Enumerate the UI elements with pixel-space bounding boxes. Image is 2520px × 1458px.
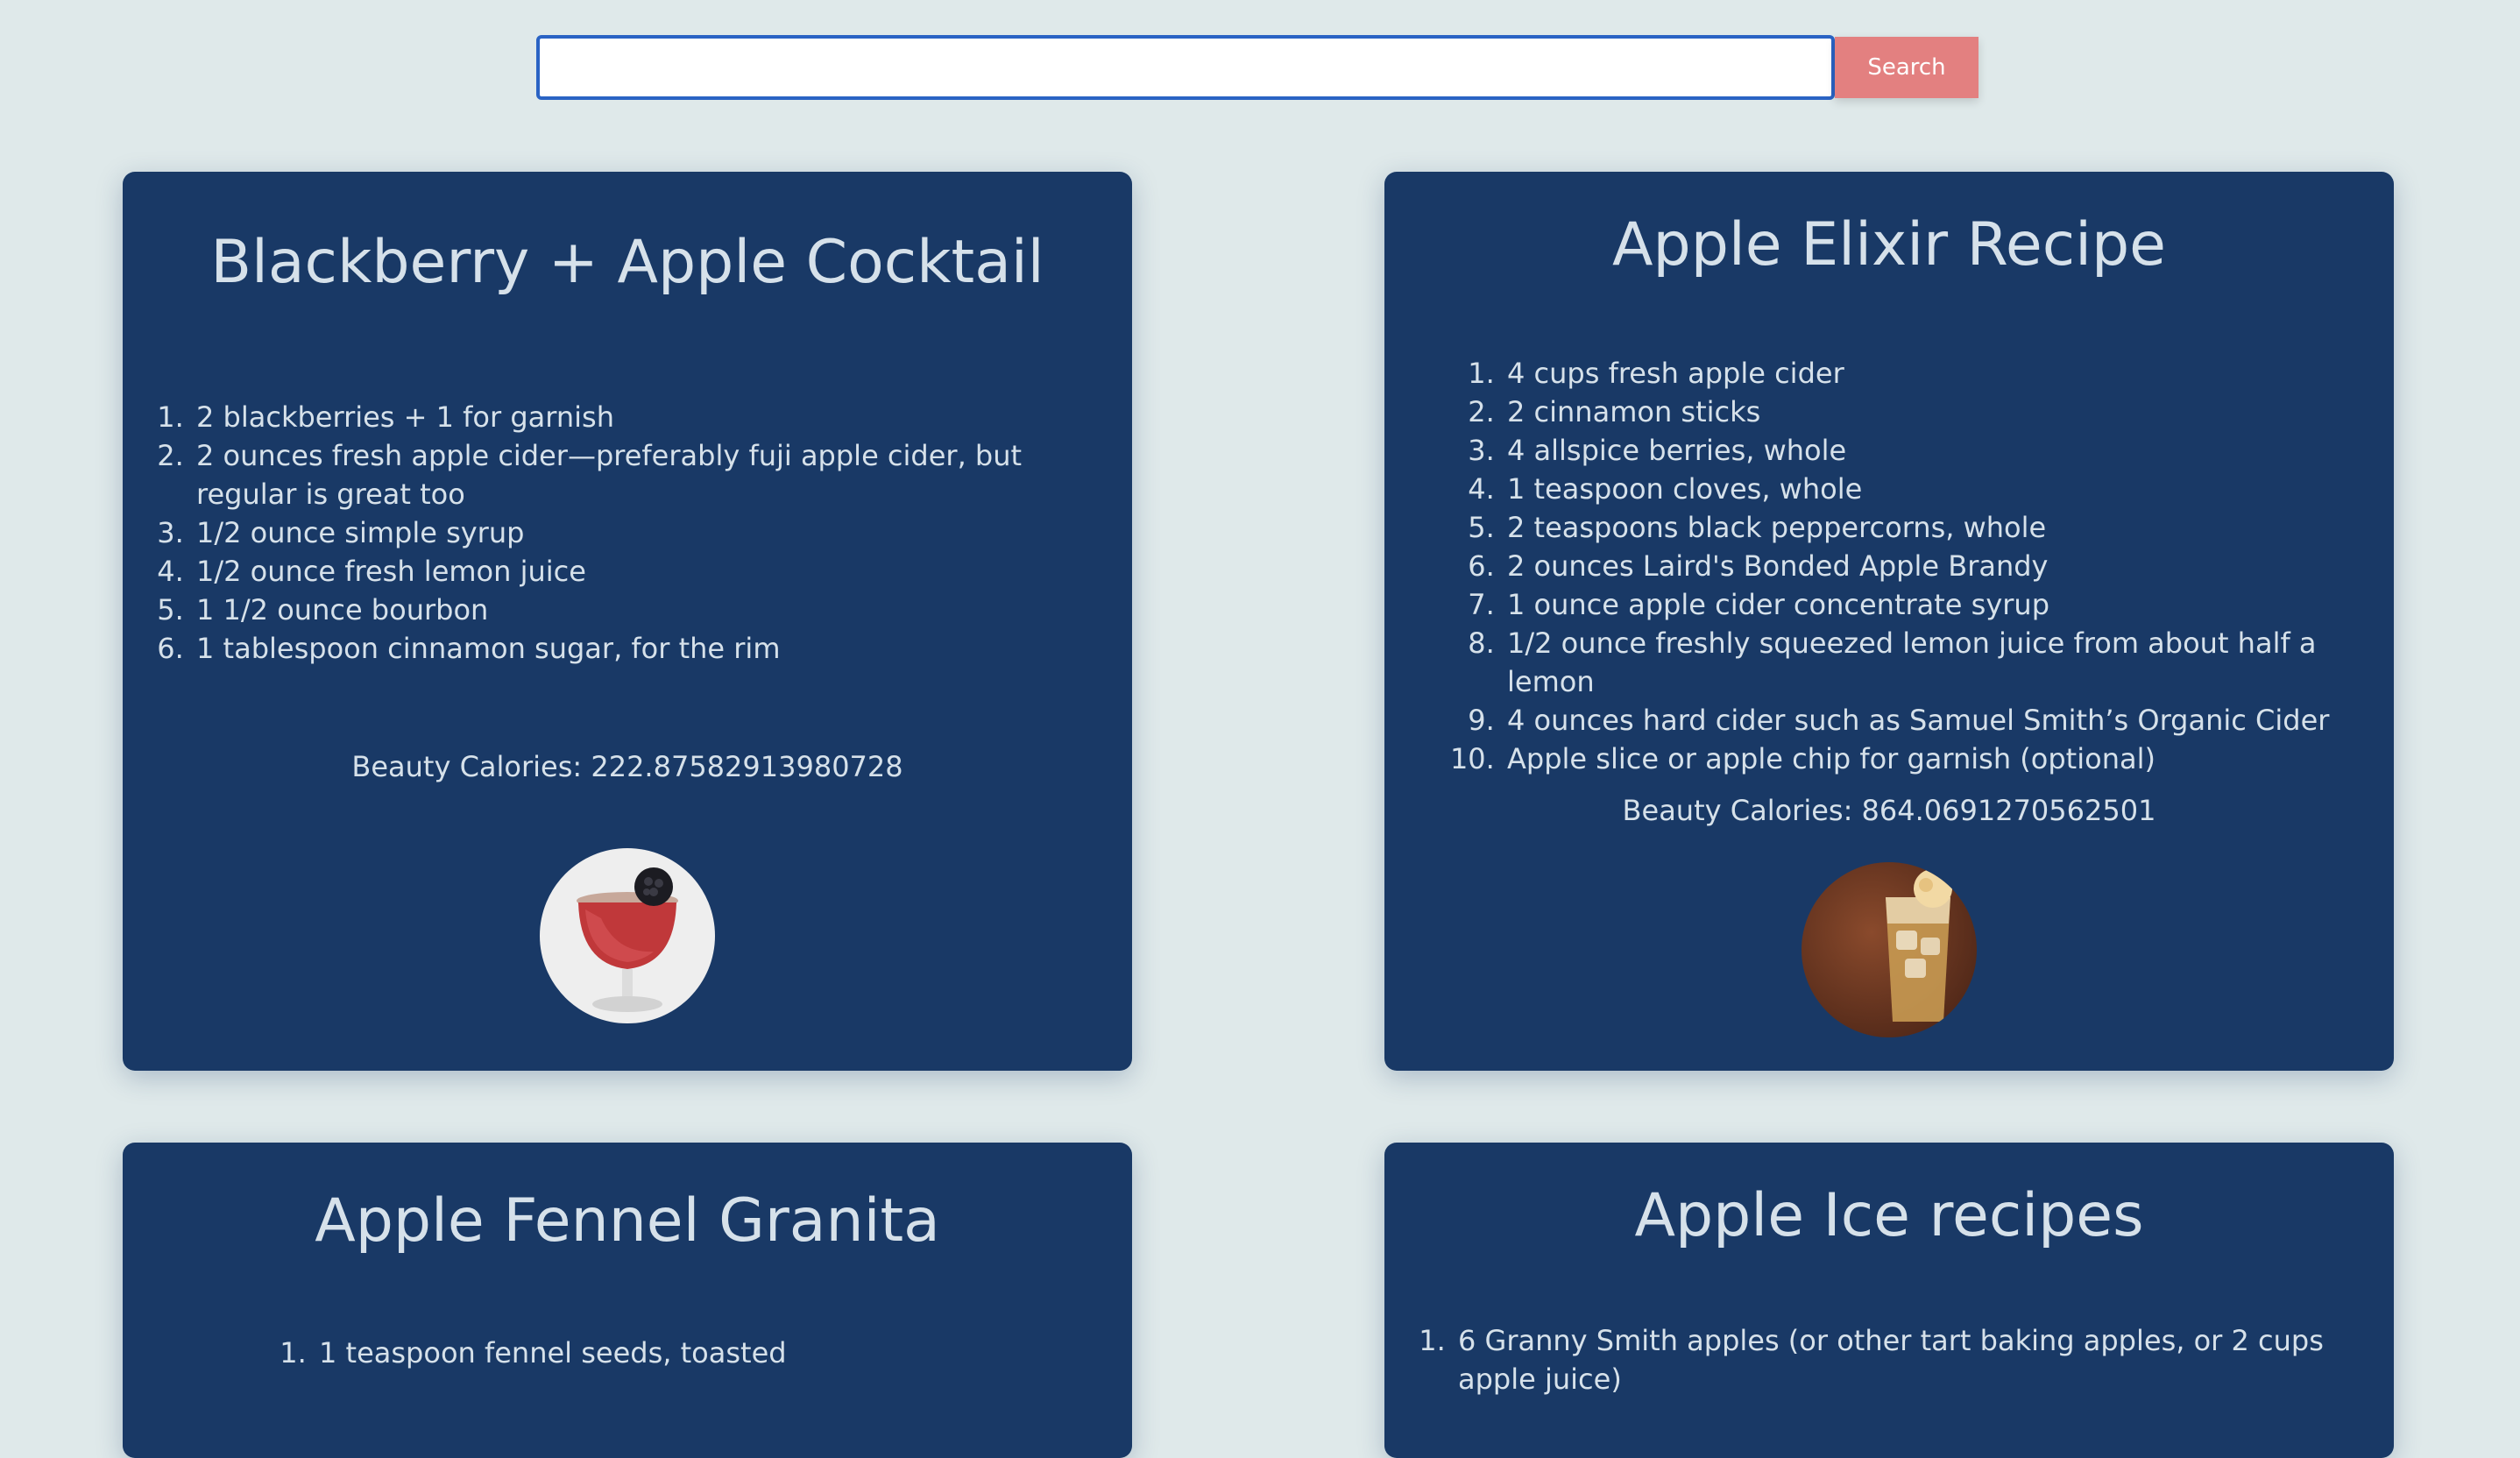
- ingredient-item: 4 ounces hard cider such as Samuel Smith…: [1504, 701, 2380, 740]
- calories-text: Beauty Calories: 222.87582913980728: [123, 750, 1132, 783]
- recipe-card: Apple Ice recipes 6 Granny Smith apples …: [1384, 1143, 2394, 1458]
- ingredient-item: 2 blackberries + 1 for garnish: [193, 398, 1104, 436]
- recipe-title: Blackberry + Apple Cocktail: [210, 228, 1044, 297]
- search-bar: Search: [536, 35, 1978, 100]
- recipe-card: Blackberry + Apple Cocktail 2 blackberri…: [123, 172, 1132, 1071]
- recipe-title: Apple Elixir Recipe: [1612, 210, 2166, 280]
- ingredient-item: 2 cinnamon sticks: [1504, 393, 2380, 431]
- recipe-card: Apple Elixir Recipe 4 cups fresh apple c…: [1384, 172, 2394, 1071]
- calories-label: Beauty Calories:: [1622, 794, 1862, 827]
- ingredient-item: 1/2 ounce simple syrup: [193, 513, 1104, 552]
- cocktail-glass-image: [540, 848, 715, 1023]
- ingredient-list: 6 Granny Smith apples (or other tart bak…: [1455, 1321, 2366, 1398]
- ingredient-item: 6 Granny Smith apples (or other tart bak…: [1455, 1321, 2366, 1398]
- ingredient-item: Apple slice or apple chip for garnish (o…: [1504, 740, 2380, 778]
- ingredient-item: 4 allspice berries, whole: [1504, 431, 2380, 470]
- calories-value: 222.87582913980728: [591, 750, 903, 783]
- calories-label: Beauty Calories:: [351, 750, 591, 783]
- recipe-title: Apple Ice recipes: [1634, 1181, 2144, 1250]
- ingredient-item: 2 ounces Laird's Bonded Apple Brandy: [1504, 547, 2380, 585]
- ingredient-item: 1 tablespoon cinnamon sugar, for the rim: [193, 629, 1104, 668]
- search-input[interactable]: [536, 35, 1835, 100]
- ingredient-item: 1 teaspoon fennel seeds, toasted: [315, 1334, 1104, 1372]
- ingredient-list: 2 blackberries + 1 for garnish 2 ounces …: [193, 398, 1104, 668]
- search-button[interactable]: Search: [1835, 37, 1978, 98]
- ingredient-item: 1/2 ounce fresh lemon juice: [193, 552, 1104, 591]
- recipe-card: Apple Fennel Granita 1 teaspoon fennel s…: [123, 1143, 1132, 1458]
- ingredient-item: 4 cups fresh apple cider: [1504, 354, 2380, 393]
- ingredient-list: 1 teaspoon fennel seeds, toasted: [315, 1334, 1104, 1372]
- calories-value: 864.0691270562501: [1861, 794, 2156, 827]
- iced-drink-image: [1802, 862, 1977, 1037]
- ingredient-item: 2 teaspoons black peppercorns, whole: [1504, 508, 2380, 547]
- ingredient-item: 2 ounces fresh apple cider—preferably fu…: [193, 436, 1104, 513]
- ingredient-list: 4 cups fresh apple cider 2 cinnamon stic…: [1504, 354, 2380, 778]
- calories-text: Beauty Calories: 864.0691270562501: [1384, 794, 2394, 827]
- ingredient-item: 1 1/2 ounce bourbon: [193, 591, 1104, 629]
- ingredient-item: 1/2 ounce freshly squeezed lemon juice f…: [1504, 624, 2380, 701]
- recipe-title: Apple Fennel Granita: [315, 1186, 940, 1256]
- ingredient-item: 1 ounce apple cider concentrate syrup: [1504, 585, 2380, 624]
- ingredient-item: 1 teaspoon cloves, whole: [1504, 470, 2380, 508]
